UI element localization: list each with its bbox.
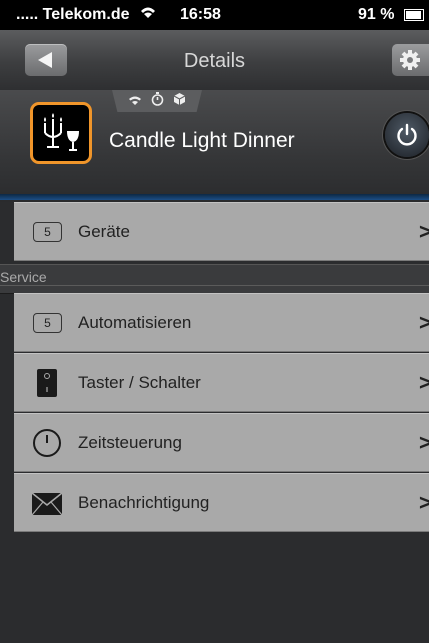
devices-row[interactable]: 5 Geräte > <box>14 202 429 261</box>
list-item-automatisieren[interactable]: 5 Automatisieren > <box>14 293 429 352</box>
scene-header: Candle Light Dinner <box>0 90 429 202</box>
power-icon <box>397 123 417 146</box>
list-item-label: Benachrichtigung <box>78 493 210 512</box>
list-item-label: Zeitsteuerung <box>78 433 182 452</box>
settings-button[interactable] <box>392 44 429 76</box>
scene-icon[interactable] <box>30 102 92 164</box>
list-item-label: Automatisieren <box>78 313 192 332</box>
envelope-icon <box>31 492 63 516</box>
chevron-right-icon: > <box>419 219 429 244</box>
automation-count-badge: 5 <box>33 313 62 333</box>
scene-title: Candle Light Dinner <box>109 129 295 152</box>
list-item-taster-schalter[interactable]: Taster / Schalter > <box>14 353 429 412</box>
devices-label: Geräte <box>78 222 130 241</box>
scene-tab-icons <box>112 90 202 112</box>
candelabra-wineglass-icon <box>44 113 79 151</box>
clock-icon <box>33 429 61 457</box>
carrier-name: ..... Telekom.de <box>16 6 130 23</box>
chevron-right-icon: > <box>419 430 429 455</box>
timer-icon[interactable] <box>151 92 164 110</box>
section-header-service: Service <box>0 264 429 294</box>
list-item-zeitsteuerung[interactable]: Zeitsteuerung > <box>14 413 429 472</box>
section-divider <box>0 285 429 286</box>
devices-count-badge: 5 <box>33 222 62 242</box>
navigation-bar: Details <box>0 30 429 90</box>
chevron-right-icon: > <box>419 370 429 395</box>
header-accent-bar <box>0 194 429 200</box>
gear-icon <box>400 50 420 70</box>
battery-icon <box>404 9 424 21</box>
chevron-right-icon: > <box>419 310 429 335</box>
list-item-label: Taster / Schalter <box>78 373 201 392</box>
wifi-icon[interactable] <box>128 93 142 110</box>
wifi-icon <box>138 4 158 25</box>
power-button[interactable] <box>385 113 429 157</box>
clock-time: 16:58 <box>180 6 221 23</box>
cube-icon[interactable] <box>173 92 186 110</box>
switch-icon <box>37 369 57 397</box>
status-bar: ..... Telekom.de 16:58 91 % <box>0 0 429 30</box>
page-title: Details <box>183 50 246 72</box>
chevron-right-icon: > <box>419 490 429 515</box>
battery-percentage: 91 % <box>358 6 395 23</box>
section-label: Service <box>0 269 47 285</box>
list-item-benachrichtigung[interactable]: Benachrichtigung > <box>14 473 429 532</box>
